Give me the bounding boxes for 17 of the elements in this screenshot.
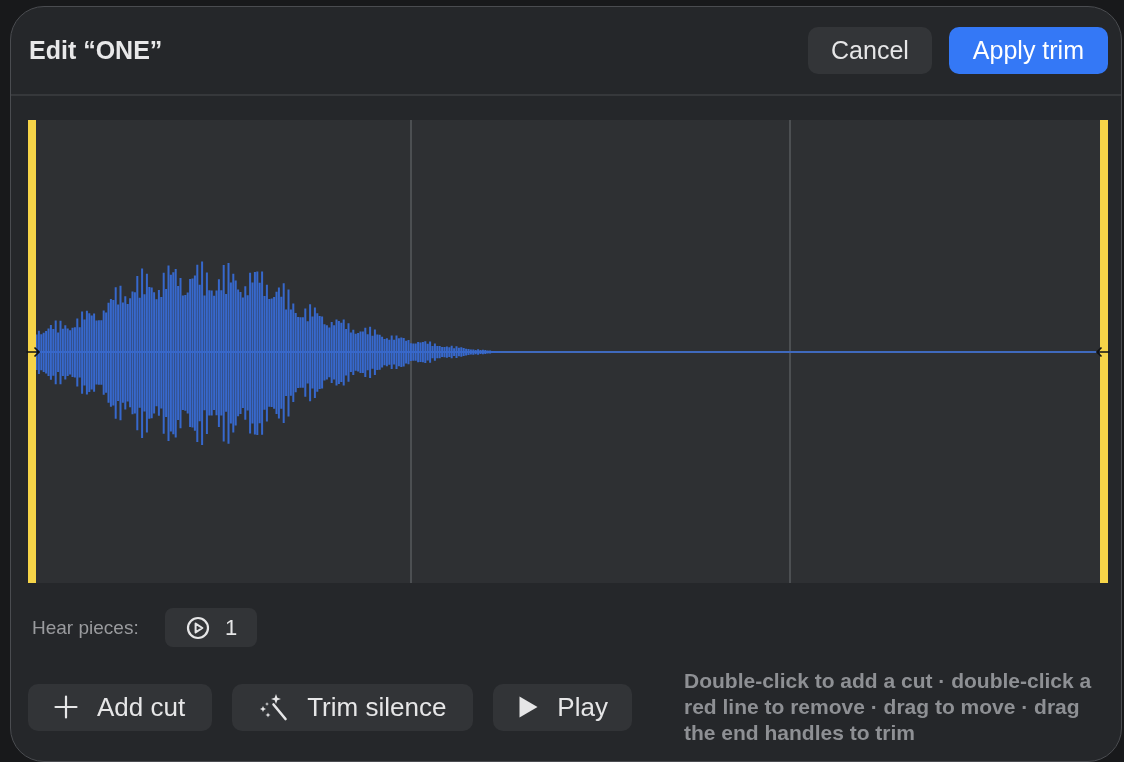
add-cut-button[interactable]: Add cut <box>28 683 213 731</box>
plus-icon <box>54 695 78 719</box>
trim-handle[interactable] <box>1100 120 1108 583</box>
play-button[interactable]: Play <box>493 683 632 731</box>
hear-pieces-label: Hear pieces: <box>32 616 140 639</box>
trim-handle[interactable] <box>28 120 36 583</box>
play-circle-icon <box>186 615 210 640</box>
trim-silence-button[interactable]: Trim silence <box>232 683 474 731</box>
apply-button[interactable]: Apply trim <box>948 27 1108 74</box>
help-text: Double-click to add a cut · double-click a red line to remove · drag to move · drag the end handles to trim <box>684 668 1093 746</box>
cancel-button[interactable]: Cancel <box>808 27 932 74</box>
dialog-title: Edit “ONE” <box>29 36 163 65</box>
piece-play-button[interactable]: 1 <box>165 608 258 647</box>
left-arrow-icon <box>1096 346 1110 358</box>
right-arrow-icon <box>26 346 40 358</box>
magic-wand-icon <box>258 693 289 721</box>
play-icon <box>519 696 539 718</box>
